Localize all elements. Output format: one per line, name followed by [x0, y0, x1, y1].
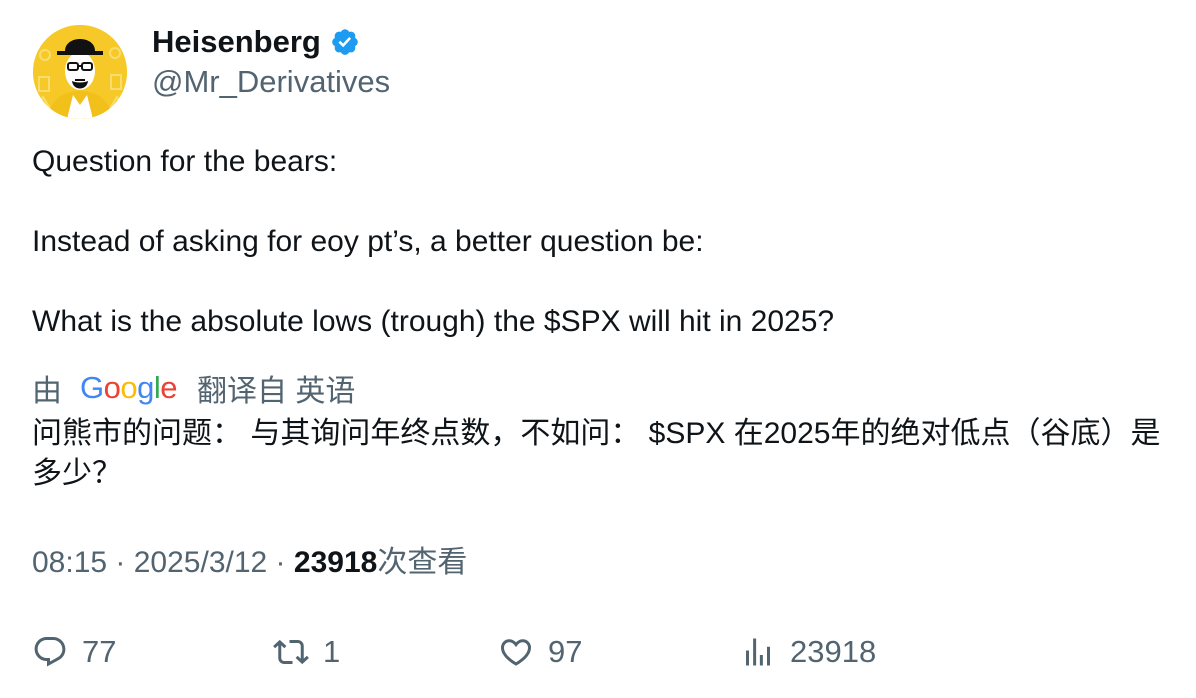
- views-action-count: 23918: [790, 634, 877, 669]
- views-icon: [740, 634, 776, 670]
- meta-separator: ·: [107, 546, 134, 579]
- translated-text: 问熊市的问题： 与其询问年终点数，不如问： $SPX 在2025年的绝对低点（谷…: [32, 417, 1161, 490]
- avatar[interactable]: [33, 25, 127, 119]
- views-button[interactable]: 23918: [740, 628, 876, 676]
- retweet-count: 1: [323, 634, 341, 669]
- line-gap: [32, 262, 1162, 302]
- tweet-time[interactable]: 08:15: [32, 546, 107, 579]
- reply-icon: [32, 634, 68, 670]
- tweet-line: What is the absolute lows (trough) the $…: [32, 305, 835, 338]
- translation-attribution: 由 Google 翻译自 英语: [32, 366, 355, 410]
- line-gap: [32, 182, 1162, 222]
- reply-count: 77: [82, 634, 117, 669]
- meta-separator: ·: [267, 546, 294, 579]
- like-count: 97: [548, 634, 583, 669]
- tweet-date[interactable]: 2025/3/12: [134, 546, 267, 579]
- tweet-meta: 08:15 · 2025/3/12 · 23918次查看: [32, 543, 467, 583]
- author-handle[interactable]: @Mr_Derivatives: [152, 62, 390, 102]
- tweet-line: Question for the bears:: [32, 145, 338, 178]
- author-name-row[interactable]: Heisenberg: [152, 22, 360, 62]
- tweet-card: Heisenberg @Mr_Derivatives Question for …: [0, 0, 1196, 698]
- translation-suffix: 翻译自 英语: [197, 375, 356, 408]
- author-display-name[interactable]: Heisenberg: [152, 22, 321, 62]
- tweet-line: Instead of asking for eoy pt’s, a better…: [32, 225, 704, 258]
- retweet-button[interactable]: 1: [273, 628, 340, 676]
- avatar-image: [33, 25, 127, 119]
- verified-badge-icon[interactable]: [330, 27, 360, 57]
- views-label[interactable]: 次查看: [377, 546, 467, 579]
- google-logo: Google: [80, 370, 178, 405]
- like-button[interactable]: 97: [498, 628, 582, 676]
- tweet-text: Question for the bears: Instead of askin…: [32, 142, 1162, 342]
- views-count[interactable]: 23918: [294, 546, 377, 579]
- like-icon: [498, 634, 534, 670]
- retweet-icon: [273, 634, 309, 670]
- reply-button[interactable]: 77: [32, 628, 116, 676]
- translation-prefix: 由: [32, 375, 62, 408]
- action-bar: 77 1 97 23918: [0, 628, 1196, 676]
